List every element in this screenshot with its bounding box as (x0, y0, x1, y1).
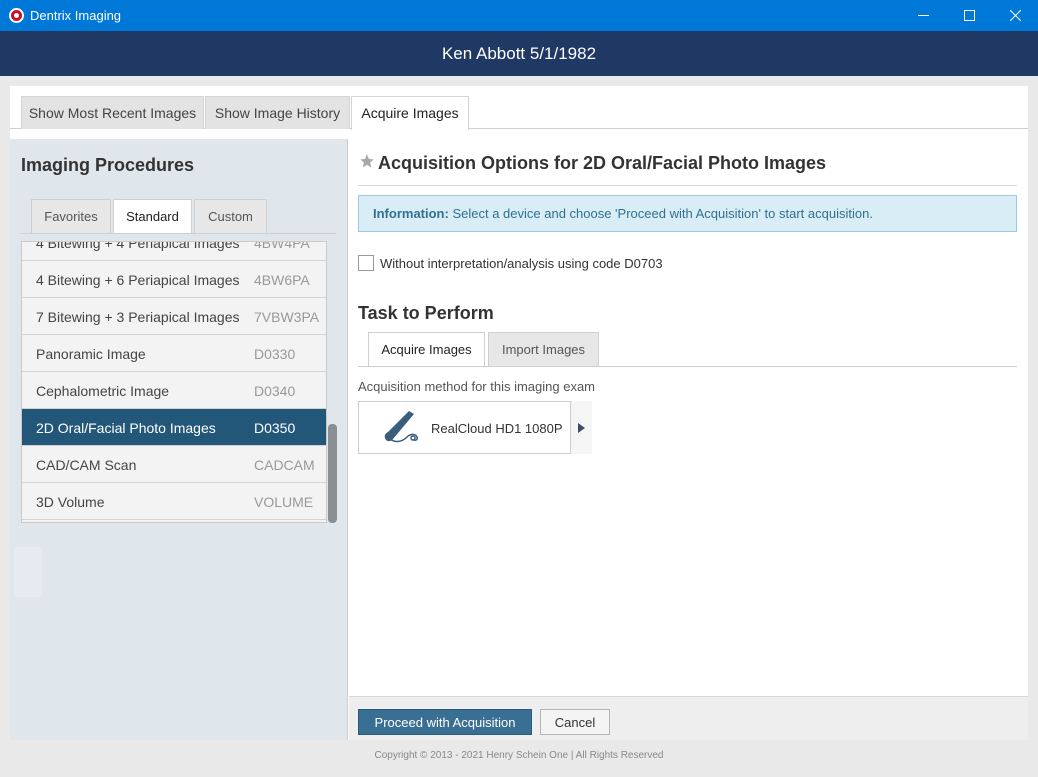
tab-favorites[interactable]: Favorites (31, 199, 111, 233)
list-item[interactable]: 4 Bitewing + 4 Periapical Images 4BW4PA (22, 241, 326, 261)
window-titlebar: Dentrix Imaging (0, 0, 1038, 31)
minimize-icon (917, 15, 929, 16)
tab-acquire-images[interactable]: Acquire Images (351, 96, 469, 130)
caret-right-icon (578, 422, 585, 433)
dentrix-logo-icon (9, 8, 24, 23)
procedure-name: 2D Oral/Facial Photo Images (36, 420, 216, 436)
procedure-code: D0330 (254, 346, 296, 362)
procedure-name: CAD/CAM Scan (36, 457, 137, 473)
device-expand-button[interactable] (570, 401, 592, 454)
procedure-name: Cephalometric Image (36, 383, 170, 399)
main-content: Show Most Recent Images Show Image Histo… (10, 86, 1028, 740)
acquisition-options-panel: Acquisition Options for 2D Oral/Facial P… (349, 139, 1028, 740)
imaging-procedures-panel: Imaging Procedures Favorites Standard Cu… (10, 139, 348, 740)
procedure-code: D0340 (254, 383, 296, 399)
list-item[interactable]: 4 Bitewing + 6 Periapical Images 4BW6PA (22, 261, 326, 298)
close-button[interactable] (992, 0, 1038, 31)
interpretation-checkbox[interactable] (358, 255, 374, 271)
procedure-code: CADCAM (254, 457, 315, 473)
scrollbar-thumb[interactable] (328, 424, 337, 523)
maximize-button[interactable] (946, 0, 992, 31)
list-item-selected[interactable]: 2D Oral/Facial Photo Images D0350 (22, 409, 326, 446)
info-label: Information: (373, 206, 449, 221)
intraoral-camera-icon (384, 411, 418, 443)
tab-standard[interactable]: Standard (113, 199, 192, 234)
device-name: RealCloud HD1 1080P (431, 421, 563, 436)
tab-task-import-images[interactable]: Import Images (488, 332, 599, 366)
procedure-name: 3D Volume (36, 494, 105, 510)
acquisition-options-title: Acquisition Options for 2D Oral/Facial P… (378, 153, 827, 173)
acquisition-method-label: Acquisition method for this imaging exam (358, 379, 596, 394)
procedure-code: VOLUME (254, 494, 314, 510)
tab-show-most-recent-images[interactable]: Show Most Recent Images (21, 96, 204, 129)
list-item[interactable]: 7 Bitewing + 3 Periapical Images 7VBW3PA (22, 298, 326, 335)
tab-task-acquire-images[interactable]: Acquire Images (368, 332, 485, 367)
procedure-code: 7VBW3PA (254, 309, 320, 325)
panel-resize-handle (14, 547, 42, 597)
info-text: Select a device and choose 'Proceed with… (452, 206, 873, 221)
minimize-button[interactable] (900, 0, 946, 31)
top-tab-bar: Show Most Recent Images Show Image Histo… (10, 86, 1028, 130)
procedure-list-scrollbar[interactable] (328, 241, 337, 523)
tab-custom[interactable]: Custom (194, 199, 267, 233)
procedure-code: 4BW4PA (254, 241, 310, 251)
procedure-code: 4BW6PA (254, 272, 310, 288)
procedure-list[interactable]: 4 Bitewing + 4 Periapical Images 4BW4PA … (21, 241, 327, 523)
patient-header: Ken Abbott 5/1/1982 (0, 31, 1038, 76)
procedure-name: 7 Bitewing + 3 Periapical Images (36, 309, 240, 325)
task-tab-divider (358, 366, 1017, 367)
task-title: Task to Perform (358, 303, 494, 323)
procedure-name: 4 Bitewing + 4 Periapical Images (36, 241, 240, 251)
window-title: Dentrix Imaging (30, 8, 122, 23)
procedures-title: Imaging Procedures (21, 155, 195, 175)
procedure-name: Panoramic Image (36, 346, 146, 362)
list-item[interactable]: Panoramic Image D0330 (22, 335, 326, 372)
proceed-with-acquisition-button[interactable]: Proceed with Acquisition (358, 709, 532, 735)
favorite-star-icon[interactable] (359, 153, 375, 169)
action-bar: Proceed with Acquisition Cancel (349, 696, 1028, 740)
procedure-code: D0350 (254, 420, 296, 436)
tab-divider (20, 233, 336, 234)
list-item[interactable]: CAD/CAM Scan CADCAM (22, 446, 326, 483)
maximize-icon (963, 10, 975, 21)
information-alert: Information: Select a device and choose … (358, 195, 1017, 232)
procedure-name: 4 Bitewing + 6 Periapical Images (36, 272, 240, 288)
list-item[interactable]: Cephalometric Image D0340 (22, 372, 326, 409)
cancel-button[interactable]: Cancel (540, 709, 610, 735)
list-item[interactable]: 3D Volume VOLUME (22, 483, 326, 520)
copyright-footer: Copyright © 2013 - 2021 Henry Schein One… (374, 750, 664, 761)
interpretation-checkbox-label[interactable]: Without interpretation/analysis using co… (380, 256, 663, 271)
tab-show-image-history[interactable]: Show Image History (205, 96, 350, 129)
device-realcloud-button[interactable]: RealCloud HD1 1080P (358, 401, 592, 454)
divider (358, 185, 1017, 186)
close-icon (1009, 10, 1021, 21)
